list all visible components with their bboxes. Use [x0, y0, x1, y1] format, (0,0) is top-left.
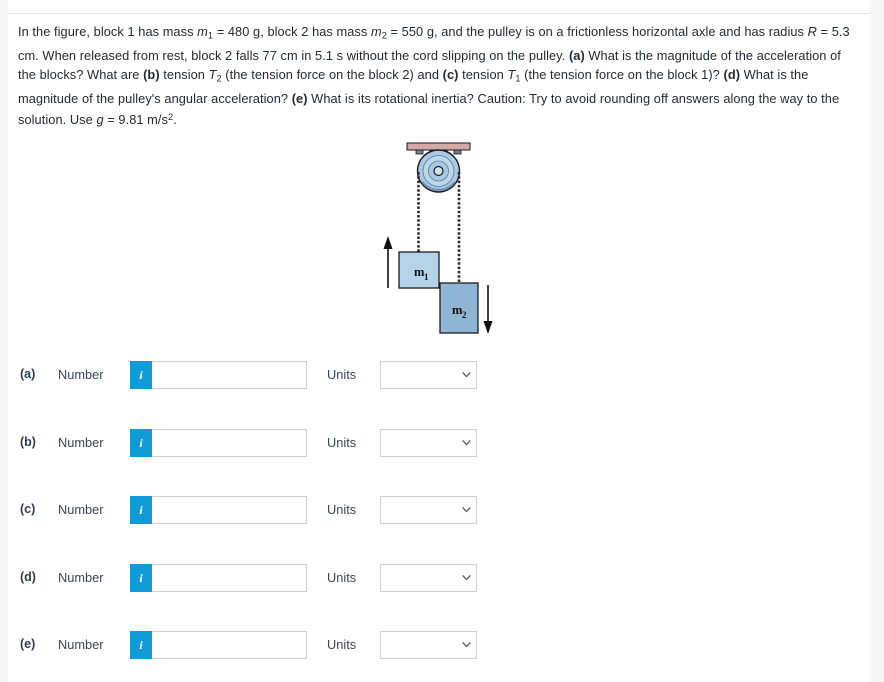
- units-label-d: Units: [327, 570, 357, 585]
- units-select-a[interactable]: [380, 361, 477, 389]
- number-input-c[interactable]: [152, 496, 307, 524]
- answer-row-e: (e) Number i Units: [0, 631, 862, 661]
- var-T2: T: [208, 67, 217, 83]
- row-label-e: (e): [20, 637, 36, 651]
- units-select-c[interactable]: [380, 496, 477, 524]
- stmt-part-6: tension: [159, 67, 209, 83]
- part-tag-b: (b): [143, 67, 160, 83]
- stmt-part-1: In the figure, block 1 has mass: [18, 24, 198, 39]
- page-root: In the figure, block 1 has mass m 1 = 480…: [0, 0, 884, 682]
- stmt-part-3: = 550 g, and the pulley is on a friction…: [386, 24, 808, 39]
- clipped-header-text: [150, 0, 350, 6]
- answer-row-d: (d) Number i Units: [0, 564, 862, 594]
- number-input-b[interactable]: [152, 429, 307, 457]
- part-tag-a: (a): [568, 47, 585, 63]
- header-divider: [8, 13, 870, 14]
- number-input-a[interactable]: [152, 361, 307, 389]
- row-label-b: (b): [20, 435, 36, 449]
- units-label-b: Units: [327, 435, 357, 450]
- stmt-part-12: = 9.81 m/s: [103, 112, 168, 128]
- input-group-b: i: [130, 429, 307, 457]
- input-group-a: i: [130, 361, 307, 389]
- info-icon-b[interactable]: i: [130, 429, 152, 457]
- part-tag-d: (d): [723, 67, 741, 83]
- number-label-b: Number: [58, 435, 104, 450]
- units-select-b[interactable]: [380, 429, 477, 457]
- block-2-label-sub: 2: [462, 310, 467, 320]
- units-label-a: Units: [327, 367, 357, 382]
- part-tag-e: (e): [291, 91, 308, 107]
- answer-row-a: (a) Number i Units: [0, 361, 862, 391]
- bracket-left: [415, 149, 424, 155]
- stmt-part-9: (the tension force on the block 1)?: [520, 67, 724, 83]
- arrow-up-head-icon: [383, 236, 393, 249]
- info-icon-a[interactable]: i: [130, 361, 152, 389]
- number-label-a: Number: [58, 367, 104, 382]
- number-label-e: Number: [58, 637, 104, 652]
- part-tag-c: (c): [442, 67, 459, 83]
- row-label-a: (a): [20, 367, 36, 381]
- var-m1: m: [197, 24, 208, 39]
- units-select-d[interactable]: [380, 564, 477, 592]
- number-input-d[interactable]: [152, 564, 307, 592]
- stmt-part-2: = 480 g, block 2 has mass: [213, 24, 371, 39]
- problem-statement: In the figure, block 1 has mass m1 = 480…: [18, 22, 858, 130]
- answer-row-b: (b) Number i Units: [0, 429, 862, 459]
- arrow-down-head-icon: [483, 321, 493, 334]
- input-group-d: i: [130, 564, 307, 592]
- stmt-part-7: (the tension force on the block 2) and: [221, 67, 443, 83]
- row-label-d: (d): [20, 570, 36, 584]
- var-R: R: [807, 24, 817, 39]
- number-label-d: Number: [58, 570, 104, 585]
- block-1-label-sub: 1: [424, 272, 429, 282]
- input-group-c: i: [130, 496, 307, 524]
- number-input-e[interactable]: [152, 631, 307, 659]
- input-group-e: i: [130, 631, 307, 659]
- ceiling-bar: [406, 142, 471, 151]
- var-m2: m: [370, 24, 382, 39]
- info-icon-e[interactable]: i: [130, 631, 152, 659]
- units-label-c: Units: [327, 502, 357, 517]
- number-label-c: Number: [58, 502, 104, 517]
- stmt-part-8: tension: [458, 67, 508, 83]
- pulley-figure: m 1 m 2: [372, 140, 512, 345]
- info-icon-c[interactable]: i: [130, 496, 152, 524]
- row-label-c: (c): [20, 502, 36, 516]
- var-g: g: [96, 112, 104, 128]
- pulley-diagram-svg: m 1 m 2: [383, 142, 493, 334]
- answer-row-c: (c) Number i Units: [0, 496, 862, 526]
- units-label-e: Units: [327, 637, 357, 652]
- bracket-right: [453, 149, 462, 155]
- stmt-part-13: .: [173, 112, 177, 128]
- pulley-hub: [433, 165, 444, 177]
- info-icon-d[interactable]: i: [130, 564, 152, 592]
- units-select-e[interactable]: [380, 631, 477, 659]
